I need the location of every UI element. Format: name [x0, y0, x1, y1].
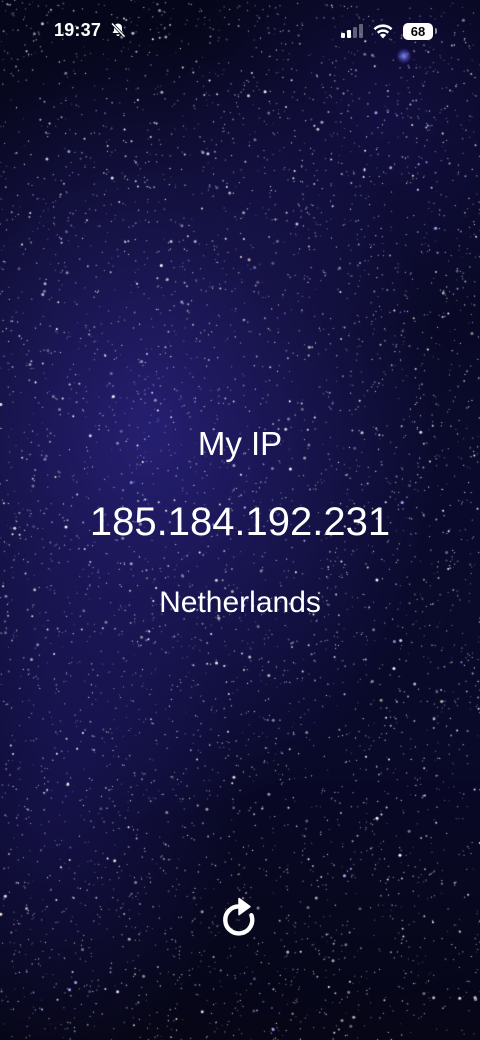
- bell-slash-icon: [110, 22, 126, 38]
- cellular-signal-icon: [341, 24, 363, 38]
- wifi-icon: [372, 22, 394, 39]
- refresh-button[interactable]: [212, 892, 268, 948]
- app-screen: 19:37 68 My IP 185.184.192.231 Netherlan…: [0, 0, 480, 1040]
- status-bar: 19:37 68: [0, 0, 480, 64]
- country-value: Netherlands: [159, 586, 321, 619]
- ip-address-value: 185.184.192.231: [89, 500, 391, 544]
- battery-cap: [435, 28, 437, 34]
- status-time: 19:37: [54, 20, 102, 40]
- battery-icon: 68: [403, 23, 433, 40]
- battery-level: 68: [410, 24, 426, 39]
- page-title: My IP: [197, 425, 283, 462]
- refresh-icon: [212, 897, 268, 951]
